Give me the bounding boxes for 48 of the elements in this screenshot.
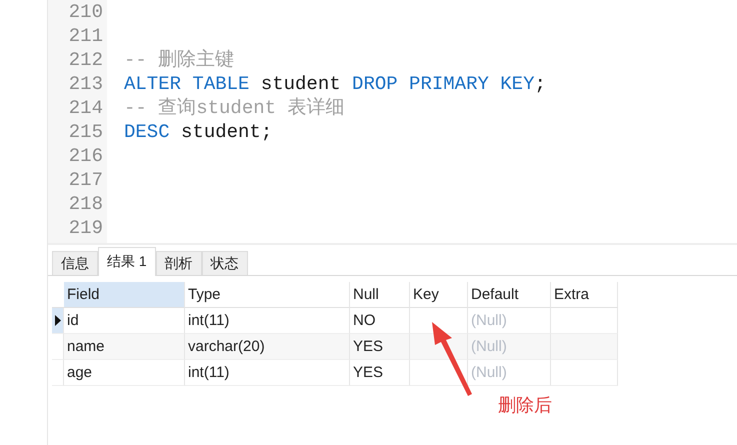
- column-header[interactable]: Type: [185, 282, 350, 308]
- table-cell: varchar(20): [185, 334, 350, 360]
- line-number: 211: [68, 24, 104, 48]
- code-text: student;: [180, 120, 272, 144]
- code-comment: -- 查询student 表详细: [124, 96, 344, 120]
- line-number: 210: [68, 0, 104, 24]
- code-keyword: ALTER TABLE: [124, 72, 250, 96]
- table-cell: age: [64, 360, 185, 386]
- line-number: 216: [68, 144, 104, 168]
- line-number: 215: [68, 120, 104, 144]
- line-number: 213: [68, 72, 104, 96]
- row-marker[interactable]: [52, 308, 64, 334]
- column-header[interactable]: Field: [64, 282, 185, 308]
- column-header[interactable]: Default: [468, 282, 551, 308]
- annotation-label: 删除后: [498, 394, 552, 417]
- code-keyword: DROP PRIMARY KEY: [352, 72, 534, 96]
- table-cell: YES: [350, 334, 410, 360]
- table-cell: (Null): [468, 334, 551, 360]
- column-header[interactable]: Null: [350, 282, 410, 308]
- column-header[interactable]: Key: [410, 282, 468, 308]
- result-tab[interactable]: 状态: [202, 251, 248, 275]
- table-cell: name: [64, 334, 185, 360]
- result-tab[interactable]: 信息: [52, 251, 98, 275]
- line-number: 214: [68, 96, 104, 120]
- table-cell: [551, 334, 618, 360]
- line-number: 217: [68, 168, 104, 192]
- code-text: student: [260, 72, 342, 96]
- line-number: 219: [68, 216, 104, 240]
- code-text: ;: [534, 72, 546, 96]
- table-cell: (Null): [468, 360, 551, 386]
- result-tab[interactable]: 剖析: [156, 251, 202, 275]
- line-number: 212: [68, 48, 104, 72]
- column-header[interactable]: Extra: [551, 282, 618, 308]
- table-cell: id: [64, 308, 185, 334]
- line-number: 218: [68, 192, 104, 216]
- current-row-icon: [54, 315, 60, 326]
- table-cell: [410, 360, 468, 386]
- table-cell: int(11): [185, 360, 350, 386]
- code-comment: -- 删除主键: [124, 48, 234, 72]
- table-cell: [410, 308, 468, 334]
- table-cell: [551, 308, 618, 334]
- table-cell: YES: [350, 360, 410, 386]
- table-cell: (Null): [468, 308, 551, 334]
- table-cell: NO: [350, 308, 410, 334]
- result-tab[interactable]: 结果 1: [98, 247, 156, 276]
- table-cell: int(11): [185, 308, 350, 334]
- table-cell: [551, 360, 618, 386]
- code-keyword: DESC: [124, 120, 170, 144]
